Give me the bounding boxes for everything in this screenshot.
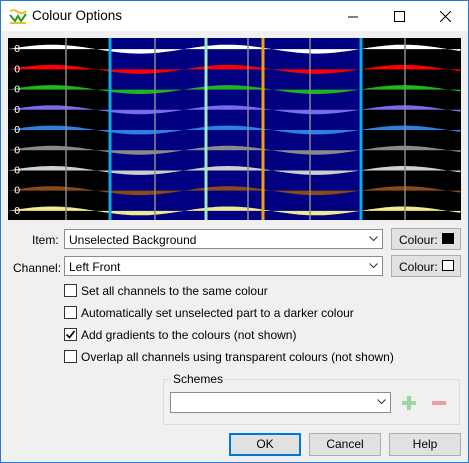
option-gradients-label: Add gradients to the colours (not shown) [81,328,297,342]
chevron-down-icon [369,263,378,269]
item-colour-button-label: Colour: [399,233,438,247]
schemes-select[interactable] [170,392,391,413]
channel-colour-button-label: Colour: [399,260,438,274]
channel-zero-label: 0 [14,125,20,136]
close-icon [439,10,451,22]
colour-options-dialog: Colour Options 0 0 0 0 0 0 0 0 0 Item: Unselecte… [0,0,469,463]
option-darker-colour-label: Automatically set unselected part to a d… [81,306,354,320]
waveform-preview[interactable]: 0 0 0 0 0 0 0 0 0 [8,38,461,220]
channel-zero-label: 0 [14,64,20,75]
channel-zero-label: 0 [14,206,20,217]
minimize-button[interactable] [330,1,376,31]
minus-icon [432,401,446,405]
option-overlap-checkbox[interactable] [64,350,77,363]
channel-zero-label: 0 [14,186,20,197]
add-scheme-button[interactable] [399,393,419,413]
close-button[interactable] [422,1,468,31]
help-button[interactable]: Help [389,433,461,456]
window-title: Colour Options [32,8,123,23]
channel-zero-label: 0 [14,44,20,55]
channel-zero-label: 0 [14,85,20,96]
option-gradients-checkbox[interactable] [64,328,77,341]
schemes-group-title: Schemes [171,372,226,386]
remove-scheme-button[interactable] [429,393,449,413]
item-select-value: Unselected Background [69,233,197,247]
ok-button[interactable]: OK [229,433,301,456]
option-same-colour-label: Set all channels to the same colour [81,284,268,298]
channel-label: Channel: [13,261,62,275]
option-overlap-label: Overlap all channels using transparent c… [81,350,394,364]
chevron-down-icon [369,236,378,242]
option-darker-colour-checkbox[interactable] [64,306,77,319]
channel-select[interactable]: Left Front [64,256,383,276]
app-icon [9,9,27,24]
chevron-down-icon [377,399,386,405]
channel-zero-label: 0 [14,145,20,156]
waveform-canvas: 0 0 0 0 0 0 0 0 0 [8,38,461,220]
channel-colour-swatch [442,260,454,271]
plus-icon [402,396,416,410]
channel-select-value: Left Front [69,260,121,274]
checkmark-icon [65,330,76,339]
item-colour-button[interactable]: Colour: [391,228,461,250]
item-select[interactable]: Unselected Background [64,229,383,249]
cancel-button[interactable]: Cancel [309,433,381,456]
option-same-colour-checkbox[interactable] [64,284,77,297]
channel-zero-label: 0 [14,165,20,176]
channel-zero-label: 0 [14,105,20,116]
maximize-icon [393,10,405,22]
item-colour-swatch [442,233,454,244]
maximize-button[interactable] [376,1,422,31]
minimize-icon [347,16,358,17]
channel-colour-button[interactable]: Colour: [391,255,461,277]
title-bar: Colour Options [1,1,468,31]
item-label: Item: [32,233,59,247]
